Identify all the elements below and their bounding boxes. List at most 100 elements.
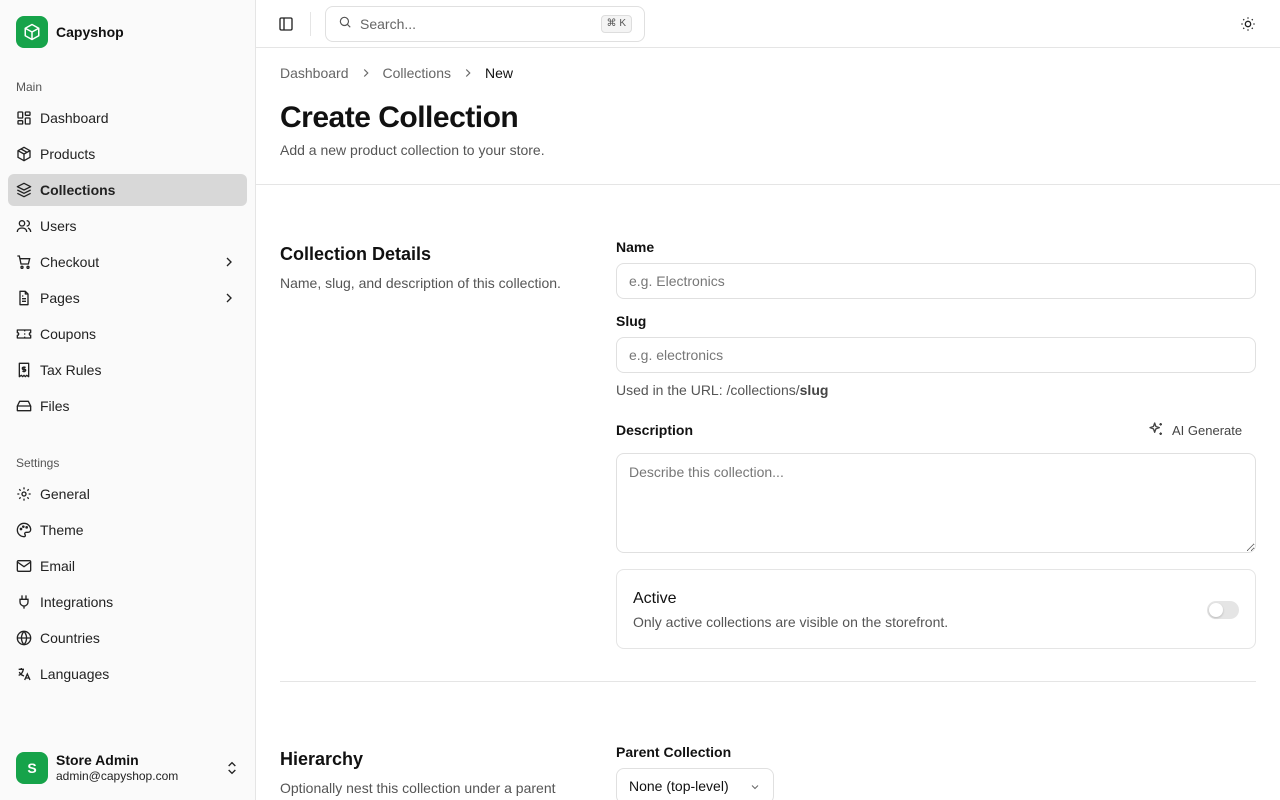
hard-drive-icon (16, 398, 32, 414)
sidebar-item-coupons[interactable]: Coupons (8, 318, 247, 350)
sidebar-item-tax-rules[interactable]: Tax Rules (8, 354, 247, 386)
slug-field[interactable] (616, 337, 1256, 373)
sidebar-item-integrations[interactable]: Integrations (8, 586, 247, 618)
sidebar-item-email[interactable]: Email (8, 550, 247, 582)
breadcrumb: Dashboard Collections New (280, 65, 513, 81)
divider (256, 184, 1280, 185)
sidebar-item-label: Coupons (40, 326, 97, 342)
breadcrumb-collections[interactable]: Collections (383, 65, 451, 81)
sidebar-item-checkout[interactable]: Checkout (8, 246, 247, 278)
sidebar-item-label: Tax Rules (40, 362, 102, 378)
file-icon (16, 290, 32, 306)
cart-icon (16, 254, 32, 270)
sidebar-item-label: Pages (40, 290, 80, 306)
chevron-right-icon (221, 254, 237, 270)
active-card: Active Only active collections are visib… (616, 569, 1256, 649)
slug-help-bold: slug (799, 382, 829, 398)
sidebar-item-pages[interactable]: Pages (8, 282, 247, 314)
brand-name: Capyshop (56, 24, 124, 40)
sidebar-item-label: Products (40, 146, 96, 162)
brand-logo-icon (16, 16, 48, 48)
user-email: admin@capyshop.com (56, 769, 179, 783)
slug-label: Slug (616, 313, 647, 329)
main-nav: Dashboard Products Collections Users Che… (8, 102, 247, 426)
name-label: Name (616, 239, 655, 255)
languages-icon (16, 666, 32, 682)
search-placeholder: Search... (360, 16, 417, 32)
parent-collection-select[interactable]: None (top-level) (616, 768, 774, 800)
sidebar: Capyshop Main Dashboard Products Collect… (0, 0, 256, 800)
parent-collection-value: None (top-level) (629, 778, 729, 794)
plug-icon (16, 594, 32, 610)
ai-generate-button[interactable]: AI Generate (1148, 421, 1242, 440)
brand[interactable]: Capyshop (16, 16, 124, 48)
sidebar-item-languages[interactable]: Languages (8, 658, 247, 690)
sidebar-item-countries[interactable]: Countries (8, 622, 247, 654)
slug-help-prefix: Used in the URL: /collections/ (616, 382, 800, 398)
gear-icon (16, 486, 32, 502)
sidebar-item-label: Languages (40, 666, 110, 682)
section-title-details: Collection Details (280, 244, 432, 264)
ai-generate-label: AI Generate (1172, 423, 1243, 438)
sidebar-item-collections[interactable]: Collections (8, 174, 247, 206)
search-icon (338, 15, 352, 34)
active-title: Active (633, 590, 677, 607)
layers-icon (16, 182, 32, 198)
sidebar-item-dashboard[interactable]: Dashboard (8, 102, 247, 134)
sidebar-item-label: Users (40, 218, 77, 234)
sidebar-item-label: Email (40, 558, 76, 574)
divider (310, 12, 311, 36)
chevron-right-icon (359, 66, 373, 80)
section-title-hierarchy: Hierarchy (280, 749, 364, 769)
package-icon (16, 146, 32, 162)
page-subtitle: Add a new product collection to your sto… (280, 142, 545, 158)
receipt-icon (16, 362, 32, 378)
sparkles-icon (1148, 421, 1164, 440)
users-icon (16, 218, 32, 234)
search-shortcut: ⌘ K (600, 15, 632, 33)
dashboard-icon (16, 110, 32, 126)
breadcrumb-current: New (484, 65, 513, 81)
sidebar-item-label: Collections (40, 182, 116, 198)
section-desc-details: Name, slug, and description of this coll… (280, 275, 561, 291)
sidebar-item-products[interactable]: Products (8, 138, 247, 170)
ticket-icon (16, 326, 32, 342)
parent-collection-label: Parent Collection (616, 744, 732, 760)
globe-icon (16, 630, 32, 646)
active-toggle[interactable] (1207, 601, 1239, 619)
sidebar-item-files[interactable]: Files (8, 390, 247, 422)
sidebar-item-label: Checkout (40, 254, 100, 270)
sidebar-item-theme[interactable]: Theme (8, 514, 247, 546)
sidebar-item-users[interactable]: Users (8, 210, 247, 242)
sidebar-toggle-icon[interactable] (278, 16, 294, 32)
toggle-knob (1209, 603, 1223, 617)
topbar: Search... ⌘ K (256, 0, 1280, 48)
description-field[interactable] (616, 453, 1256, 553)
sidebar-item-general[interactable]: General (8, 478, 247, 510)
user-name: Store Admin (56, 752, 139, 768)
breadcrumb-dashboard[interactable]: Dashboard (280, 65, 349, 81)
section-label-settings: Settings (16, 456, 60, 470)
chevron-right-icon (221, 290, 237, 306)
active-desc: Only active collections are visible on t… (633, 614, 949, 630)
sun-icon[interactable] (1240, 16, 1256, 32)
divider (280, 681, 1256, 682)
page-title: Create Collection (280, 101, 519, 134)
settings-nav: General Theme Email Integrations Countri… (8, 478, 247, 694)
search-input[interactable]: Search... ⌘ K (325, 6, 645, 42)
main-content: Dashboard Collections New Create Collect… (256, 49, 1280, 800)
name-field[interactable] (616, 263, 1256, 299)
chevron-right-icon (461, 66, 475, 80)
chevron-down-icon (749, 780, 761, 792)
chevrons-up-down-icon (224, 760, 240, 776)
avatar: S (16, 752, 48, 784)
sidebar-item-label: Countries (40, 630, 100, 646)
section-label-main: Main (16, 80, 43, 94)
sidebar-item-label: Integrations (40, 594, 114, 610)
user-menu[interactable]: S Store Admin admin@capyshop.com (16, 752, 240, 784)
sidebar-item-label: Files (40, 398, 70, 414)
palette-icon (16, 522, 32, 538)
sidebar-item-label: General (40, 486, 90, 502)
slug-help: Used in the URL: /collections/slug (616, 382, 828, 398)
sidebar-item-label: Dashboard (40, 110, 109, 126)
